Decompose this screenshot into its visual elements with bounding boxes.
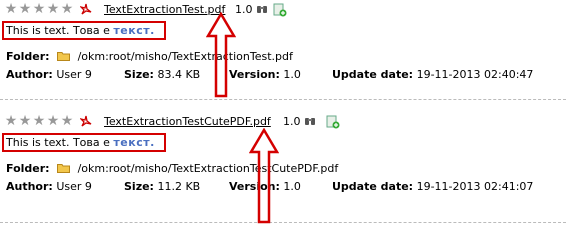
search-result-2: ★ ★ ★ ★ ★ TextExtractionTestCutePDF.pdf … — [0, 112, 566, 224]
add-to-list-icon[interactable] — [273, 3, 287, 17]
folder-path-link[interactable]: /okm:root/misho/TextExtractionTest.pdf — [78, 50, 293, 63]
author-value: User 9 — [56, 68, 92, 81]
author-field: Author: User 9 — [6, 180, 92, 193]
star-icon[interactable]: ★ — [60, 114, 74, 128]
author-label: Author: — [6, 180, 53, 193]
star-icon[interactable]: ★ — [4, 2, 18, 16]
star-icon[interactable]: ★ — [60, 2, 74, 16]
update-date-value: 19-11-2013 02:41:07 — [416, 180, 534, 193]
size-label: Size: — [124, 68, 154, 81]
size-value: 11.2 KB — [157, 180, 201, 193]
result-divider — [0, 222, 566, 223]
annotation-arrow-up — [249, 128, 279, 224]
update-date-value: 19-11-2013 02:40:47 — [416, 68, 534, 81]
folder-row: Folder: /okm:root/misho/TextExtractionTe… — [6, 50, 293, 63]
version-field: Version: 1.0 — [229, 68, 301, 81]
size-field: Size: 83.4 KB — [124, 68, 200, 81]
update-date-field: Update date: 19-11-2013 02:40:47 — [332, 68, 533, 81]
folder-row: Folder: /okm:root/misho/TextExtractionTe… — [6, 162, 338, 175]
result-divider — [0, 99, 566, 100]
star-icon[interactable]: ★ — [4, 114, 18, 128]
document-title-link[interactable]: TextExtractionTestCutePDF.pdf — [104, 115, 271, 128]
folder-path-link[interactable]: /okm:root/misho/TextExtractionTestCutePD… — [78, 162, 339, 175]
folder-icon — [57, 52, 71, 61]
pdf-file-icon — [80, 115, 92, 127]
rating-stars[interactable]: ★ ★ ★ ★ ★ — [4, 114, 74, 128]
star-icon[interactable]: ★ — [32, 2, 46, 16]
star-icon[interactable]: ★ — [32, 114, 46, 128]
document-version: 1.0 — [283, 115, 301, 128]
binoculars-icon[interactable] — [304, 115, 316, 127]
star-icon[interactable]: ★ — [18, 114, 32, 128]
size-label: Size: — [124, 180, 154, 193]
search-result-1: ★ ★ ★ ★ ★ TextExtractionTest.pdf 1.0 Thi… — [0, 0, 566, 112]
update-date-label: Update date: — [332, 180, 414, 193]
author-label: Author: — [6, 68, 53, 81]
content-snippet: This is text. Това е текст. — [6, 24, 155, 37]
content-snippet: This is text. Това е текст. — [6, 136, 155, 149]
snippet-match: текст. — [113, 136, 155, 149]
snippet-text: This is text. Това е — [6, 136, 114, 149]
add-to-list-icon[interactable] — [326, 115, 340, 129]
update-date-label: Update date: — [332, 68, 414, 81]
document-version: 1.0 — [235, 3, 253, 16]
version-value: 1.0 — [283, 68, 301, 81]
star-icon[interactable]: ★ — [46, 114, 60, 128]
binoculars-icon[interactable] — [256, 3, 268, 15]
size-value: 83.4 KB — [157, 68, 201, 81]
folder-label: Folder: — [6, 162, 50, 175]
version-value: 1.0 — [283, 180, 301, 193]
rating-stars[interactable]: ★ ★ ★ ★ ★ — [4, 2, 74, 16]
folder-icon — [57, 164, 71, 173]
update-date-field: Update date: 19-11-2013 02:41:07 — [332, 180, 533, 193]
snippet-match: текст. — [113, 24, 155, 37]
pdf-file-icon — [80, 3, 92, 15]
size-field: Size: 11.2 KB — [124, 180, 200, 193]
folder-label: Folder: — [6, 50, 50, 63]
star-icon[interactable]: ★ — [18, 2, 32, 16]
snippet-text: This is text. Това е — [6, 24, 114, 37]
annotation-arrow-up — [206, 12, 236, 98]
version-label: Version: — [229, 68, 280, 81]
author-value: User 9 — [56, 180, 92, 193]
author-field: Author: User 9 — [6, 68, 92, 81]
star-icon[interactable]: ★ — [46, 2, 60, 16]
